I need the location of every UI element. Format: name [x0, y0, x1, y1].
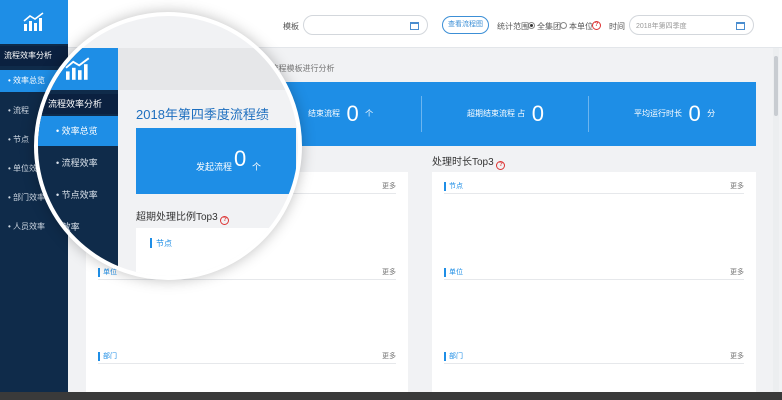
magnifier-content: 流程效率分析 • 效率总览 • 流程效率 • 节点效率 • 效率 2018年第四…: [38, 16, 298, 276]
view-flowchart-button[interactable]: 查看流程图: [442, 16, 489, 34]
help-icon[interactable]: ?: [496, 161, 506, 170]
scrollbar[interactable]: [773, 48, 779, 392]
zoomed-header-area: [118, 48, 298, 90]
app-window: 流程效率分析 • 效率总览 • 流程 • 节点 • 单位效 • 部门效率 • 人…: [0, 0, 782, 400]
row-marker: [150, 238, 152, 248]
help-icon[interactable]: ?: [592, 21, 601, 30]
more-link[interactable]: 更多: [382, 267, 396, 277]
panel-row-header: 部门 更多: [98, 350, 396, 364]
stat-value: 0: [531, 101, 544, 126]
calendar-icon[interactable]: [410, 22, 419, 30]
time-select[interactable]: 2018年第四季度: [629, 15, 754, 35]
scope-option-group[interactable]: 全集团: [537, 21, 561, 32]
scrollbar-thumb[interactable]: [774, 56, 778, 116]
row-name: 部门: [449, 353, 463, 360]
zoomed-item-process[interactable]: • 流程效率: [38, 148, 118, 178]
stat-value: 0: [234, 146, 247, 171]
magnifier-overlay: 流程效率分析 • 效率总览 • 流程效率 • 节点效率 • 效率 2018年第四…: [34, 12, 302, 280]
row-marker: [444, 182, 446, 191]
stat-finished: 结束流程 0 个: [308, 82, 373, 146]
stat-label: 结束流程: [308, 109, 340, 118]
scope-radio-unit[interactable]: [560, 22, 567, 29]
panel-row-header: 节点 更多: [444, 180, 744, 194]
template-select[interactable]: [303, 15, 428, 35]
stat-label: 发起流程: [196, 162, 233, 172]
zoomed-logo: [38, 48, 118, 90]
zoomed-start-stat: 发起流程 0 个: [136, 128, 296, 194]
row-name: 节点: [449, 183, 463, 190]
row-marker: [444, 352, 446, 361]
scope-option-unit[interactable]: 本单位: [569, 21, 593, 32]
calendar-icon[interactable]: [736, 22, 745, 30]
zoomed-item-partial[interactable]: • 效率: [38, 212, 118, 242]
zoomed-page-title: 2018年第四季度流程绩: [136, 107, 269, 122]
zoomed-section-title: 流程效率分析: [38, 94, 118, 114]
zoomed-overdue-panel: 节点: [136, 228, 296, 276]
duration-top3-title: 处理时长Top3 ?: [432, 153, 506, 170]
scope-label: 统计范围: [497, 22, 529, 31]
stat-divider: [421, 96, 422, 132]
time-value: 2018年第四季度: [636, 23, 687, 30]
time-label: 时间: [609, 22, 625, 31]
more-link[interactable]: 更多: [382, 181, 396, 191]
zoomed-item-overview[interactable]: • 效率总览: [38, 116, 118, 146]
panel-row-header: 单位 更多: [444, 266, 744, 280]
stat-unit: 个: [365, 109, 374, 118]
help-icon[interactable]: ?: [220, 216, 230, 225]
panel-row-header: 部门 更多: [444, 350, 744, 364]
stat-value: 0: [688, 101, 701, 126]
stat-unit: 分: [707, 109, 716, 118]
stat-average: 平均运行时长 0 分: [634, 82, 715, 146]
bottom-bar: [0, 392, 782, 400]
more-link[interactable]: 更多: [382, 351, 396, 361]
row-name: 部门: [103, 353, 117, 360]
row-marker: [444, 268, 446, 277]
zoomed-item-node[interactable]: • 节点效率: [38, 180, 118, 210]
stat-value: 0: [346, 101, 359, 126]
more-link[interactable]: 更多: [730, 267, 744, 277]
stat-overdue: 超期结束流程 占 0: [467, 82, 546, 146]
zoomed-overdue-title: 超期处理比例Top3 ?: [136, 208, 230, 225]
stat-unit: 个: [252, 162, 262, 172]
row-marker: [98, 352, 100, 361]
more-link[interactable]: 更多: [730, 181, 744, 191]
more-link[interactable]: 更多: [730, 351, 744, 361]
duration-panel: 节点 更多 单位 更多 部门 更多: [432, 172, 756, 392]
stat-label: 超期结束流程 占: [467, 109, 526, 118]
stat-label: 平均运行时长: [634, 109, 682, 118]
row-name: 单位: [449, 269, 463, 276]
section-title-text: 处理时长Top3: [432, 157, 494, 168]
chart-logo-icon: [65, 57, 90, 80]
row-name: 节点: [156, 239, 172, 248]
scope-radio-group[interactable]: [528, 22, 535, 29]
stat-divider: [588, 96, 589, 132]
section-title-text: 超期处理比例Top3: [136, 212, 218, 223]
